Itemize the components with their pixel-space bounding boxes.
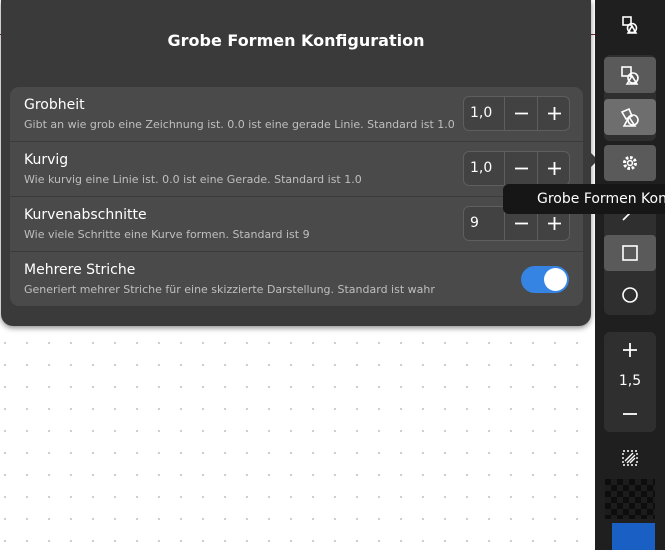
right-toolbar: 1,5 [595,0,665,550]
minus-icon [623,413,637,415]
config-group [604,145,656,181]
shapes-menu-button[interactable] [604,7,656,43]
setting-title: Kurvig [24,152,69,168]
circle-icon [622,287,638,303]
setting-subtitle: Generiert mehrer Striche für eine skizzi… [24,283,435,296]
roughness-decrement-button[interactable] [504,97,537,130]
rough-shapes-icon [620,107,639,127]
plus-icon [548,162,561,175]
minus-icon [515,112,528,115]
shapes-icon [621,66,639,85]
plus-icon [548,217,561,230]
plus-icon [623,343,637,357]
popover-title: Grobe Formen Konfiguration [167,31,425,50]
stroke-width-value: 1,5 [618,373,642,389]
stroke-color-swatch[interactable] [605,479,655,519]
setting-row-bowing: Kurvig Wie kurvig eine Linie ist. 0.0 is… [10,142,583,197]
setting-subtitle: Gibt an wie grob eine Zeichnung ist. 0.0… [24,118,455,131]
setting-title: Mehrere Striche [24,262,136,278]
bowing-decrement-button[interactable] [504,152,537,185]
fill-toggle-button[interactable] [604,440,656,476]
rough-shapes-config-button[interactable] [604,145,656,181]
increase-width-button[interactable] [604,332,656,368]
bowing-spinbutton: 1,0 [463,151,570,186]
rectangle-icon [622,245,638,261]
rough-shapes-tool-button[interactable] [604,99,656,135]
shapes-tool-button[interactable] [604,57,656,93]
bowing-value[interactable]: 1,0 [464,152,504,185]
settings-list: Grobheit Gibt an wie grob eine Zeichnung… [10,87,583,306]
roughness-increment-button[interactable] [537,97,570,130]
switch-knob [544,268,567,291]
plus-icon [548,107,561,120]
roughness-value[interactable]: 1,0 [464,97,504,130]
multi-stroke-switch[interactable] [521,266,569,293]
rough-shapes-config-popover: Grobe Formen Konfiguration Grobheit Gibt… [1,0,591,326]
decrease-width-button[interactable] [604,396,656,432]
stroke-width-group: 1,5 [604,332,656,432]
setting-row-curve-steps: Kurvenabschnitte Wie viele Schritte eine… [10,197,583,252]
gear-icon [623,156,637,170]
setting-title: Grobheit [24,97,85,113]
bowing-increment-button[interactable] [537,152,570,185]
setting-subtitle: Wie kurvig eine Linie ist. 0.0 ist eine … [24,173,362,186]
curve-steps-value[interactable]: 9 [464,207,504,240]
shape-mode-group [604,55,656,141]
shapes-icon [622,16,638,34]
setting-row-roughness: Grobheit Gibt an wie grob eine Zeichnung… [10,87,583,142]
fill-color-swatch[interactable] [612,523,655,550]
ellipse-tool-button[interactable] [604,277,656,313]
setting-subtitle: Wie viele Schritte eine Kurve formen. St… [24,228,310,241]
minus-icon [515,167,528,170]
config-tooltip: Grobe Formen Konfiguration [503,184,665,214]
setting-row-multi-stroke: Mehrere Striche Generiert mehrer Striche… [10,252,583,306]
rectangle-tool-button[interactable] [604,235,656,271]
fill-pattern-icon [622,450,638,466]
setting-title: Kurvenabschnitte [24,207,147,223]
roughness-spinbutton: 1,0 [463,96,570,131]
minus-icon [515,222,528,225]
